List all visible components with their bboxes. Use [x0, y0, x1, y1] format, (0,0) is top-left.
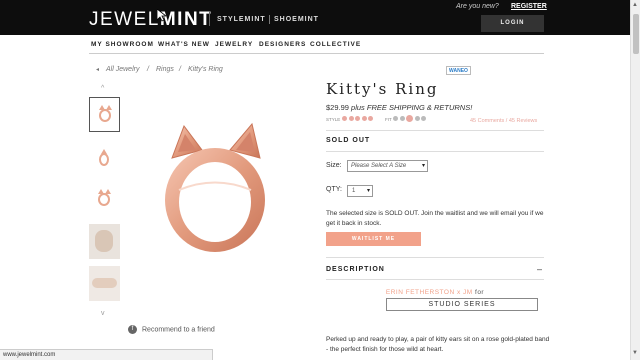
sold-out-message: The selected size is SOLD OUT. Join the … — [326, 210, 544, 227]
nav-designers[interactable]: DESIGNERS — [259, 41, 306, 48]
recommend-friend-link[interactable]: f Recommend to a friend — [128, 325, 215, 334]
divider — [326, 151, 544, 152]
breadcrumb-back-icon[interactable]: ◂ — [96, 66, 99, 73]
scroll-up-icon[interactable]: ▲ — [632, 2, 638, 8]
qty-label: QTY: — [326, 186, 342, 193]
studio-series-box[interactable]: STUDIO SERIES — [386, 298, 538, 311]
description-text: Perked up and ready to play, a pair of k… — [326, 336, 550, 353]
breadcrumb-separator: / — [179, 66, 181, 73]
model-photo-icon — [95, 230, 113, 252]
rating-dot — [342, 116, 347, 121]
breadcrumb-all-jewelry[interactable]: All Jewelry — [106, 66, 139, 73]
nav-my-showroom[interactable]: MY SHOWROOM — [91, 41, 154, 48]
page-scrollbar[interactable]: ▲ ▼ — [630, 0, 640, 360]
nav-jewelry[interactable]: JEWELRY — [215, 41, 253, 48]
scroll-down-icon[interactable]: ▼ — [632, 350, 638, 356]
new-user-prompt: Are you new? — [456, 3, 499, 10]
login-button[interactable]: LOGIN — [481, 15, 544, 32]
qty-select[interactable]: 1 ▾ — [347, 185, 373, 197]
nav-underline — [89, 53, 544, 54]
fit-dot — [414, 116, 420, 121]
waitlist-button[interactable]: WAITLIST ME — [326, 232, 421, 246]
tab-divider — [269, 15, 270, 24]
thumbnail-3[interactable] — [89, 182, 120, 217]
ring-icon — [99, 109, 111, 122]
thumbnails-down-icon[interactable]: v — [101, 310, 105, 317]
header-divider — [209, 11, 210, 26]
style-rating-label: STYLE — [326, 117, 341, 122]
sold-out-status: SOLD OUT — [326, 137, 371, 144]
facebook-icon: f — [128, 325, 137, 334]
product-main-image[interactable] — [150, 120, 280, 260]
divider — [326, 279, 544, 280]
browser-status-bar: www.jewelmint.com — [0, 349, 213, 360]
breadcrumb-kittys-ring: Kitty's Ring — [188, 66, 223, 73]
fit-dot — [399, 116, 405, 121]
description-heading[interactable]: DESCRIPTION — [326, 266, 385, 273]
thumbnail-5[interactable] — [89, 266, 120, 301]
size-select[interactable]: Please Select A Size ▾ — [347, 160, 428, 172]
nav-collective[interactable]: COLLECTIVE — [310, 41, 361, 48]
jewelmint-logo[interactable]: JEWELMINT — [89, 9, 212, 31]
tab-stylemint[interactable]: STYLEMINT — [217, 16, 266, 23]
divider — [326, 257, 544, 258]
select-caret-icon: ▾ — [421, 163, 425, 169]
rating-dot — [361, 116, 367, 121]
fit-rating — [393, 115, 426, 122]
fit-dot — [393, 116, 398, 121]
divider — [326, 130, 544, 131]
fit-dot — [421, 116, 426, 121]
nav-whats-new[interactable]: WHAT'S NEW — [158, 41, 210, 48]
comments-reviews-links[interactable]: 45 Comments / 45 Reviews — [470, 118, 537, 124]
style-rating — [342, 116, 373, 121]
register-link[interactable]: REGISTER — [511, 3, 547, 10]
thumbnails-up-icon[interactable]: ^ — [101, 85, 104, 92]
product-title: Kitty's Ring — [326, 80, 439, 98]
fit-rating-label: FIT — [385, 117, 392, 122]
mouse-cursor-icon — [157, 9, 166, 22]
ring-icon — [98, 193, 110, 206]
top-header: JEWELMINT STYLEMINT SHOEMINT Are you new… — [0, 0, 630, 35]
breadcrumb-separator: / — [147, 66, 149, 73]
thumbnail-2[interactable] — [89, 140, 120, 175]
ring-icon — [99, 153, 109, 166]
thumbnail-1[interactable] — [89, 97, 120, 132]
hand-photo-icon — [92, 278, 117, 288]
breadcrumb-rings[interactable]: Rings — [156, 66, 174, 73]
rating-dot — [355, 116, 360, 121]
collapse-icon[interactable]: – — [537, 264, 542, 274]
tab-shoemint[interactable]: SHOEMINT — [274, 16, 319, 23]
rating-dot — [348, 116, 354, 121]
select-caret-icon: ▾ — [366, 188, 370, 194]
ring-hole — [179, 162, 251, 242]
rating-dot — [368, 116, 373, 121]
designer-credit: ERIN FETHERSTON x JM for — [385, 289, 485, 296]
thumbnail-4[interactable] — [89, 224, 120, 259]
scroll-thumb[interactable] — [633, 14, 639, 54]
size-label: Size: — [326, 162, 342, 169]
waneo-badge: WANEO — [446, 66, 471, 75]
product-price: $29.99 plus FREE SHIPPING & RETURNS! — [326, 103, 473, 112]
fit-dot-selected — [406, 115, 413, 122]
